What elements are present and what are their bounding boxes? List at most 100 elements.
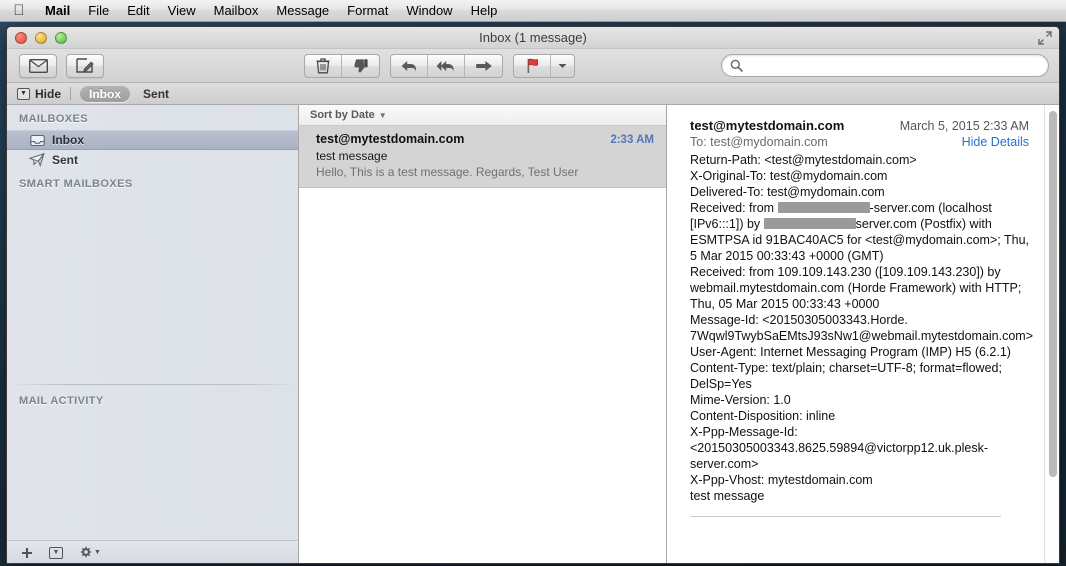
header-line-text: webmail.mytestdomain.com (Horde Framewor… [690,281,1022,295]
message-item-header: test@mytestdomain.com 2:33 AM [316,132,654,146]
header-line: 7Wqwl9TwybSaEMtsJ93sNw1@webmail.mytestdo… [690,328,1033,344]
caret-down-icon [558,63,567,69]
header-line: test message [690,488,1029,504]
sort-bar[interactable]: Sort by Date ▼ [299,105,666,126]
search-field[interactable] [721,54,1049,77]
message-list-item[interactable]: test@mytestdomain.com 2:33 AM test messa… [299,126,666,188]
sidebar-section-smart-mailboxes: SMART MAILBOXES [19,178,133,190]
get-mail-button[interactable] [19,53,57,78]
header-line-text: Content-Disposition: inline [690,409,836,423]
header-line-text: Mime-Version: 1.0 [690,393,791,407]
window-controls [7,31,67,44]
message-time: 2:33 AM [610,134,654,146]
header-line: Content-Disposition: inline [690,408,1029,424]
sidebar-item-inbox-label: Inbox [52,133,84,147]
flag-dropdown-button[interactable] [551,55,574,77]
menu-item-mailbox[interactable]: Mailbox [205,0,268,22]
forward-button[interactable] [465,55,502,77]
header-line-text: Thu, 05 Mar 2015 00:33:43 +0000 [690,297,880,311]
gear-icon [79,546,92,559]
redacted-text-bar [777,202,870,213]
header-line-text: User-Agent: Internet Messaging Program (… [690,345,1011,359]
hide-details-link[interactable]: Hide Details [962,135,1029,149]
minimize-button[interactable] [35,31,47,44]
header-line: Received: from -server.com (localhost [690,200,1029,216]
header-line-text-after: server.com (Postfix) with [855,217,992,231]
menu-item-window[interactable]: Window [397,0,461,22]
fullscreen-icon[interactable] [1038,31,1052,45]
paper-plane-icon [29,153,45,167]
header-line-text: Delivered-To: test@mydomain.com [690,185,885,199]
header-line-text-after: -server.com (localhost [869,201,992,215]
zoom-button[interactable] [55,31,67,44]
message-list-pane: Sort by Date ▼ test@mytestdomain.com 2:3… [299,105,667,563]
header-line: webmail.mytestdomain.com (Horde Framewor… [690,280,1029,296]
close-button[interactable] [15,31,27,44]
mail-activity-panel [7,412,298,540]
header-line: [IPv6:::1]) by server.com (Postfix) with [690,216,1029,232]
header-line-text: Received: from [690,201,778,215]
menu-item-help[interactable]: Help [462,0,507,22]
menu-item-view[interactable]: View [159,0,205,22]
menu-item-file[interactable]: File [79,0,118,22]
header-line-text: Content-Type: text/plain; charset=UTF-8;… [690,361,1002,375]
reply-arrow-icon [400,59,418,73]
header-line: 5 Mar 2015 00:33:43 +0000 (GMT) [690,248,1029,264]
header-line: User-Agent: Internet Messaging Program (… [690,344,1029,360]
message-view-to-row: To: test@mydomain.com Hide Details [690,135,1029,149]
sidebar-section-mail-activity: MAIL ACTIVITY [19,395,104,407]
favorite-inbox[interactable]: Inbox [80,85,131,102]
reply-all-button[interactable] [428,55,465,77]
thumbs-down-icon [353,58,369,74]
menu-item-format[interactable]: Format [338,0,397,22]
hide-panel-icon: ▼ [17,87,30,100]
reply-group [390,54,503,78]
header-line-text: X-Ppp-Message-Id: [690,425,798,439]
header-line: DelSp=Yes [690,376,1029,392]
header-line-text: 7Wqwl9TwybSaEMtsJ93sNw1@webmail.mytestdo… [690,329,1034,343]
mail-window: Inbox (1 message) ▼ Hide Inbox Sent MAIL… [6,26,1060,564]
mailbox-actions-button[interactable]: ▼ [49,546,63,559]
flag-button[interactable] [514,55,551,77]
delete-junk-group [304,54,380,78]
add-mailbox-button[interactable] [21,547,33,559]
sidebar-item-inbox[interactable]: Inbox [7,130,298,150]
header-line-text: X-Ppp-Vhost: mytestdomain.com [690,473,873,487]
junk-button[interactable] [342,55,379,77]
sidebar-item-sent[interactable]: Sent [7,150,298,170]
menu-item-message[interactable]: Message [267,0,338,22]
plus-icon [21,547,33,559]
message-view-to-label: To: [690,135,707,149]
header-line: ESMTPSA id 91BAC40AC5 for <test@mydomain… [690,232,1029,248]
settings-caret-icon: ▼ [94,549,101,556]
reply-button[interactable] [391,55,428,77]
message-view-scrollbar[interactable] [1044,105,1059,563]
sidebar-empty-space [7,195,298,382]
flag-icon [525,58,540,74]
header-line-text: server.com> [690,457,759,471]
inbox-tray-icon [29,133,45,147]
search-input[interactable] [748,58,1038,73]
menu-item-mail[interactable]: Mail [36,0,79,22]
header-line: Thu, 05 Mar 2015 00:33:43 +0000 [690,296,1029,312]
header-line-text: Message-Id: <20150305003343.Horde. [690,313,908,327]
hide-sidebar-button[interactable]: ▼ Hide [17,87,61,101]
header-line-text: 5 Mar 2015 00:33:43 +0000 (GMT) [690,249,884,263]
menu-bar:  Mail File Edit View Mailbox Message Fo… [0,0,1066,22]
header-line: X-Original-To: test@mydomain.com [690,168,1029,184]
message-view-content: test@mytestdomain.com March 5, 2015 2:33… [667,105,1059,517]
message-body-separator [690,516,1001,517]
apple-logo-icon[interactable]:  [10,2,28,20]
menu-item-edit[interactable]: Edit [118,0,158,22]
header-line-text: <20150305003343.8625.59894@victorpp12.uk… [690,441,988,455]
delete-button[interactable] [305,55,342,77]
message-view-header: test@mytestdomain.com March 5, 2015 2:33… [690,118,1029,133]
header-line: X-Ppp-Vhost: mytestdomain.com [690,472,1029,488]
mailbox-settings-button[interactable]: ▼ [79,546,101,559]
favorite-sent[interactable]: Sent [134,86,178,102]
compose-icon [76,58,94,73]
compose-button[interactable] [66,53,104,78]
flag-group [513,54,575,78]
message-view-scroll-thumb[interactable] [1049,111,1057,477]
dropdown-box-icon: ▼ [49,546,63,559]
